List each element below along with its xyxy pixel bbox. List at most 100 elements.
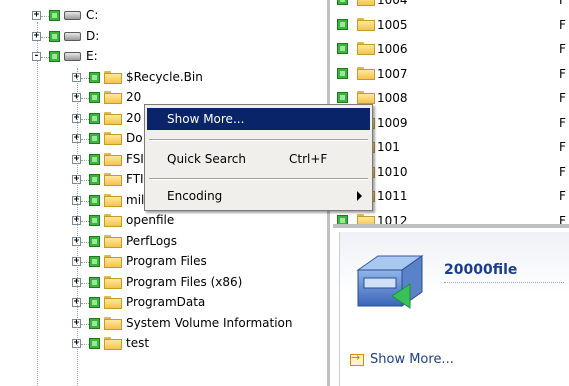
drive-icon [64,52,81,61]
drive-icon [64,11,81,20]
menu-item-shortcut: Ctrl+F [289,152,328,166]
folder-icon [104,296,122,310]
checkbox-icon[interactable] [337,43,348,54]
tree-item-folder[interactable]: + Program Files (x86) [0,273,327,293]
folder-icon [104,193,122,208]
list-item-type: F [559,213,566,228]
folder-icon [104,132,122,146]
checkbox-icon[interactable] [89,194,100,206]
list-item-type: F [559,17,566,32]
tree-item-label: $Recycle.Bin [126,69,203,84]
tree-item-folder[interactable]: + PerfLogs [0,232,327,252]
checkbox-icon[interactable] [89,338,100,349]
context-menu: Show More... Quick Search Ctrl+F Encodin… [144,104,373,211]
list-item-type: F [559,115,566,130]
tree-item-folder[interactable]: + ProgramData [0,293,327,313]
list-item[interactable]: 1012 F [333,209,569,228]
list-item-type: F [559,91,566,105]
checkbox-icon[interactable] [89,71,100,83]
collapse-icon[interactable]: - [32,52,41,61]
detail-title-underline [444,282,564,283]
list-item[interactable]: 1004 F [333,0,569,12]
menu-item-label: Show More... [167,112,245,126]
menu-item-label: Quick Search [167,152,246,166]
checkbox-icon[interactable] [49,51,60,62]
tree-item-folder[interactable]: + System Volume Information [0,314,327,334]
list-item-type: F [559,0,566,7]
tree-guide-line [81,241,89,243]
tree-guide-line [77,68,78,386]
list-item[interactable]: 1005 F [333,13,569,37]
list-item-name: 1007 [377,66,408,81]
show-more-link[interactable]: Show More... [350,351,454,367]
checkbox-icon[interactable] [89,276,100,288]
checkbox-icon[interactable] [89,317,100,329]
arrow-right-icon [350,351,364,366]
list-item-name: 1008 [377,91,408,105]
list-item[interactable]: 1007 F [333,62,569,86]
folder-icon [104,234,122,249]
folder-icon [104,111,122,126]
checkbox-icon[interactable] [337,67,348,79]
tree-guide-line [81,323,89,325]
tree-item-label: ProgramData [126,295,206,309]
folder-icon [357,91,375,105]
tree-guide-line [81,282,89,284]
list-item-name: 101 [377,140,400,154]
checkbox-icon[interactable] [89,215,100,226]
tree-item-folder[interactable]: + test [0,334,327,354]
checkbox-icon[interactable] [337,92,348,103]
list-item-type: F [559,66,566,81]
folder-icon [357,0,375,7]
list-item[interactable]: 1006 F [333,37,569,61]
expand-icon[interactable]: + [32,11,41,20]
tree-guide-line [41,57,49,58]
folder-icon [357,42,375,56]
folder-icon [104,70,122,85]
checkbox-icon[interactable] [49,30,60,42]
list-item-name: 1009 [377,115,408,130]
tree-item-folder[interactable]: + $Recycle.Bin [0,68,327,88]
tree-guide-line [41,36,49,38]
folder-icon [357,213,375,224]
checkbox-icon[interactable] [89,174,100,185]
tree-item-drive[interactable]: + C: [0,6,327,26]
checkbox-icon[interactable] [49,10,60,21]
checkbox-icon[interactable] [89,112,100,124]
checkbox-icon[interactable] [337,0,348,5]
checkbox-icon[interactable] [89,133,100,144]
checkbox-icon[interactable] [89,92,100,103]
menu-item-label: Encoding [167,189,223,203]
checkbox-icon[interactable] [337,18,348,30]
tree-item-label: FTI [126,172,144,186]
tree-guide-line [41,16,49,17]
folder-large-icon [356,255,424,309]
tree-guide-line [81,344,89,345]
detail-title: 20000file [444,262,518,278]
checkbox-icon[interactable] [89,256,100,267]
list-item-name: 1010 [377,164,408,179]
expand-icon[interactable]: + [32,31,41,41]
tree-guide-line [81,139,89,140]
folder-icon [104,337,122,351]
tree-guide-line [81,221,89,222]
menu-item-quick-search[interactable]: Quick Search Ctrl+F [147,148,370,170]
list-item-name: 1012 [377,213,408,228]
list-item-type: F [559,189,566,203]
menu-item-show-more[interactable]: Show More... [147,108,370,130]
tree-item-folder[interactable]: + openfile [0,211,327,231]
tree-item-drive[interactable]: - E: [0,47,327,67]
tree-guide-line [81,77,89,79]
checkbox-icon[interactable] [89,235,100,247]
tree-item-drive[interactable]: + D: [0,27,327,47]
menu-item-encoding[interactable]: Encoding [147,185,370,207]
tree-item-folder[interactable]: + Program Files [0,252,327,272]
checkbox-icon[interactable] [337,214,348,224]
checkbox-icon[interactable] [89,153,100,165]
folder-icon [104,91,122,105]
tree-item-label: openfile [126,213,175,227]
checkbox-icon[interactable] [89,297,100,308]
tree-item-label: D: [86,28,100,43]
list-item-type: F [559,164,566,179]
folder-icon [104,214,122,228]
